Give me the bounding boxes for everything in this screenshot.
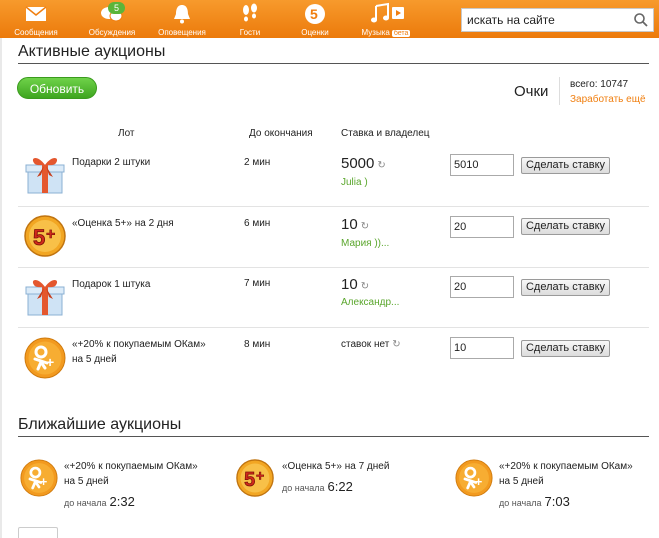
search-icon[interactable] [633,12,649,28]
nav-notifications-label: Оповещения [158,28,206,37]
nav-guests-label: Гости [239,28,261,37]
points-total: всего: 10747 [570,79,629,90]
start-time: 6:22 [327,479,353,494]
start-label: до начала [282,483,325,493]
discussions-badge: 5 [108,2,126,14]
nav-messages-label: Сообщения [14,28,58,37]
five-plus-medal-icon [24,215,66,257]
column-header-bid-owner: Ставка и владелец [341,128,430,139]
bid-owner[interactable]: Julia ) [341,177,368,188]
nav-ratings-label: Оценки [301,28,329,37]
time-remaining: 7 мин [244,278,271,289]
upcoming-start: до начала 7:03 [499,494,570,509]
nav-guests[interactable]: Гости [233,2,267,38]
upcoming-name-line2: на 5 дней [64,476,109,487]
start-label: до начала [64,498,107,508]
refresh-bid-icon[interactable]: ↻ [392,339,400,350]
bell-icon [174,5,190,24]
bid-value: 10 [341,216,358,233]
bid-amount-input[interactable] [450,216,514,238]
upcoming-title-divider [18,436,649,437]
upcoming-name: «+20% к покупаемым ОКам» на 5 дней [64,459,198,489]
footprints-icon [243,3,257,22]
search-box [461,8,654,32]
bid-value: 10 [341,276,358,293]
earn-more-link[interactable]: Заработать ещё [570,94,646,105]
ok-coin-icon [24,337,66,379]
current-bid: 5000 ↻ [341,155,386,172]
time-remaining: 8 мин [244,339,271,350]
start-time: 2:32 [109,494,135,509]
lot-name: Подарки 2 штуки [72,157,151,168]
bid-amount-input[interactable] [450,337,514,359]
search-input[interactable] [462,9,632,31]
start-label: до начала [499,498,542,508]
lot-name-line2: на 5 дней [72,354,117,365]
music-note-icon [371,2,404,23]
no-bids-label: ставок нет [341,339,390,350]
nav-notifications[interactable]: Оповещения [157,2,207,38]
nav-music-label: Музыка бета [358,28,414,37]
rating-icon-text: 5 [310,6,318,22]
gift-box-icon [24,153,66,195]
upcoming-name: «+20% к покупаемым ОКам» на 5 дней [499,459,633,489]
points-label: Очки [514,83,549,100]
upcoming-start: до начала 2:32 [64,494,135,509]
current-bid: 10 ↻ [341,216,369,233]
place-bid-button[interactable]: Сделать ставку [521,340,610,357]
bid-owner[interactable]: Александр... [341,297,399,308]
current-bid: 10 ↻ [341,276,369,293]
gift-box-icon [24,275,66,317]
ok-coin-icon [455,459,493,497]
upcoming-name-line2: на 5 дней [499,476,544,487]
nav-discussions[interactable]: 5 Обсуждения [87,2,137,38]
beta-badge: бета [391,30,411,37]
five-plus-medal-icon [236,459,274,497]
active-title-divider [18,63,649,64]
envelope-icon [25,6,47,21]
lot-name: «+20% к покупаемым ОКам» на 5 дней [72,337,206,367]
partial-element-bottom [18,527,58,538]
left-edge-border [0,38,2,538]
upcoming-auctions-title: Ближайшие аукционы [18,416,182,433]
refresh-bid-icon[interactable]: ↻ [361,281,369,292]
time-remaining: 2 мин [244,157,271,168]
time-remaining: 6 мин [244,218,271,229]
lot-name-line1: «+20% к покупаемым ОКам» [72,339,206,350]
top-navigation-bar: Сообщения 5 Обсуждения Оповещения Гости … [0,0,659,38]
music-label-text: Музыка [361,28,390,37]
upcoming-name: «Оценка 5+» на 7 дней [282,459,389,474]
row-divider [18,267,649,268]
rating-five-icon: 5 [305,4,325,24]
nav-messages[interactable]: Сообщения [14,2,58,38]
lot-name: «Оценка 5+» на 2 дня [72,218,174,229]
column-header-until-end: До окончания [249,128,313,139]
ok-coin-icon [20,459,58,497]
no-bids-text: ставок нет ↻ [341,339,401,350]
active-auctions-title: Активные аукционы [18,43,166,60]
start-time: 7:03 [544,494,570,509]
bid-owner[interactable]: Мария ))... [341,238,389,249]
upcoming-name-line1: «Оценка 5+» на 7 дней [282,461,390,472]
bid-amount-input[interactable] [450,154,514,176]
lot-name: Подарок 1 штука [72,279,151,290]
upcoming-name-line1: «+20% к покупаемым ОКам» [499,461,633,472]
points-divider [559,77,560,105]
nav-music[interactable]: Музыка бета [358,2,414,38]
nav-discussions-label: Обсуждения [88,28,136,37]
refresh-button[interactable]: Обновить [17,77,97,99]
nav-ratings[interactable]: 5 Оценки [297,2,333,38]
upcoming-start: до начала 6:22 [282,479,353,494]
row-divider [18,206,649,207]
row-divider [18,327,649,328]
place-bid-button[interactable]: Сделать ставку [521,218,610,235]
place-bid-button[interactable]: Сделать ставку [521,279,610,296]
column-header-lot: Лот [118,128,135,139]
upcoming-name-line1: «+20% к покупаемым ОКам» [64,461,198,472]
place-bid-button[interactable]: Сделать ставку [521,157,610,174]
refresh-bid-icon[interactable]: ↻ [361,221,369,232]
bid-amount-input[interactable] [450,276,514,298]
refresh-bid-icon[interactable]: ↻ [377,160,385,171]
bid-value: 5000 [341,155,375,172]
